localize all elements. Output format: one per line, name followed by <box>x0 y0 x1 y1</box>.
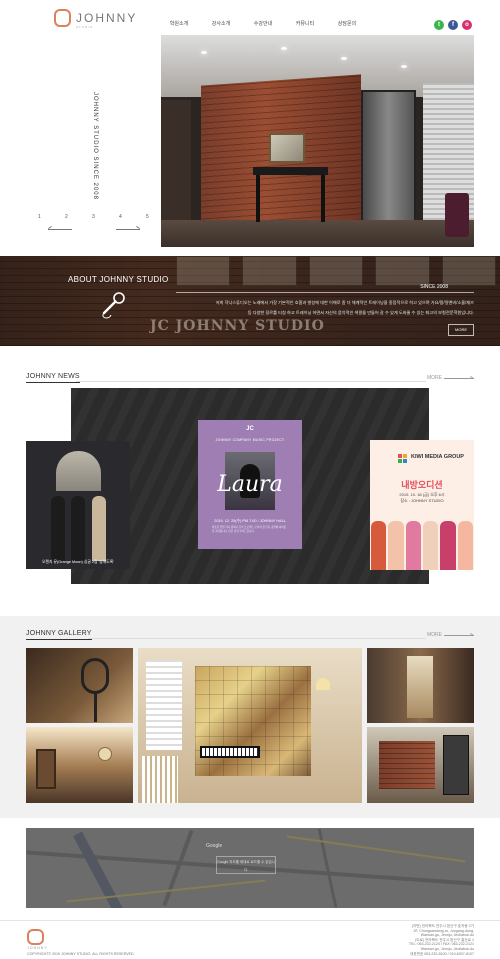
news-card[interactable]: KIWI MEDIA GROUP 내방오디션 2019. 10. 18 (금) … <box>370 440 474 570</box>
map-provider-label: Google <box>206 843 223 849</box>
prev-arrow-icon[interactable] <box>48 229 72 230</box>
facebook-icon[interactable]: f <box>448 20 458 30</box>
about-title: ABOUT JOHNNY STUDIO <box>68 275 169 284</box>
poster-title: Laura <box>217 472 283 497</box>
poster-logo: JC <box>246 426 254 432</box>
about-more-button[interactable]: MORE <box>448 324 474 336</box>
gallery-more-link[interactable]: MORE <box>427 632 442 638</box>
nav-item-about[interactable]: 학원소개 <box>158 20 200 27</box>
logo-subtext: STUDIO <box>76 25 94 29</box>
news-title: JOHNNY NEWS <box>26 373 80 383</box>
slide-number[interactable]: 1 <box>38 214 65 220</box>
slide-number[interactable]: 3 <box>92 214 119 220</box>
logo-mark-icon <box>54 9 72 27</box>
gallery-image[interactable] <box>138 648 362 803</box>
arrow-right-icon[interactable] <box>444 378 474 379</box>
copyright: COPYRIGHT© 2019 JOHNNY STUDIO. ALL RIGHT… <box>27 952 135 956</box>
nav-item-community[interactable]: 커뮤니티 <box>284 20 326 27</box>
about-sign-image: JC JOHNNY STUDIO <box>150 318 325 334</box>
divider <box>0 920 500 921</box>
logo[interactable]: JOHNNY STUDIO <box>54 9 138 29</box>
poster-brand: KIWI MEDIA GROUP <box>411 454 464 460</box>
footer-address: (지번) 전라북도 전주시 완산구 효자동 2가 2F, Chungsandon… <box>408 924 474 956</box>
kiwi-logo-icon <box>398 454 408 468</box>
nav-item-courses[interactable]: 수강안내 <box>242 20 284 27</box>
slide-number[interactable]: 4 <box>119 214 146 220</box>
map-error-notice: Google 지도를 제대로 로드할 수 없습니다. <box>216 856 276 874</box>
hero-vertical-text: JOHNNY STUDIO SINCE 2008 <box>92 92 98 200</box>
poster-project: JOHNNY COMPANY MUSIC PROJECT <box>215 438 285 442</box>
divider <box>88 638 426 639</box>
news-card[interactable]: 오렌지 뮤(Orange Moon) 싱글 2집 '방해도록' <box>26 441 130 569</box>
gallery-image[interactable] <box>367 648 474 723</box>
news-card[interactable]: JC JOHNNY COMPANY MUSIC PROJECT Laura 20… <box>198 420 302 549</box>
news-caption: 오렌지 뮤(Orange Moon) 싱글 2집 '방해도록' <box>42 560 114 564</box>
poster-description: 따뜻한 연말 쟈니 컴퍼니 뮤직 프로젝트 로라의 첫 단독 공연에 여러분을 … <box>212 526 287 533</box>
hero-image <box>161 35 474 247</box>
microphone-icon <box>102 292 125 319</box>
map[interactable]: Google Google 지도를 제대로 로드할 수 없습니다. <box>26 828 474 908</box>
main-nav: 학원소개 강사소개 수강안내 커뮤니티 상담문의 <box>158 20 368 27</box>
gallery-image[interactable] <box>26 648 133 723</box>
instagram-icon[interactable]: o <box>462 20 472 30</box>
footer-logo[interactable]: JOHNNY <box>27 929 48 950</box>
about-description: 저희 쟈니스튜디오는 노래에서 가장 기본적인 호흡과 발성에 대한 이해로 좀… <box>215 300 474 315</box>
poster-date: 2019. 12. 25(수) PM 7:00 / JOHNNY HALL <box>214 519 286 523</box>
poster-title: 내방오디션 <box>401 480 443 490</box>
divider <box>176 292 474 293</box>
slide-number[interactable]: 2 <box>65 214 92 220</box>
arrow-right-icon[interactable] <box>444 635 474 636</box>
gallery-image[interactable] <box>367 727 474 803</box>
gallery-image[interactable] <box>26 727 133 803</box>
about-since: SINCE 2008 <box>420 284 448 290</box>
news-more-link[interactable]: MORE <box>427 375 442 381</box>
header: JOHNNY STUDIO 학원소개 강사소개 수강안내 커뮤니티 상담문의 t… <box>0 0 500 34</box>
logo-text: JOHNNY <box>76 11 138 25</box>
nav-item-teachers[interactable]: 강사소개 <box>200 20 242 27</box>
kakao-icon[interactable]: t <box>434 20 444 30</box>
social-links: t f o <box>434 20 472 30</box>
slide-pagination: 1 2 3 4 5 <box>38 214 173 220</box>
nav-item-contact[interactable]: 상담문의 <box>326 20 368 27</box>
next-arrow-icon[interactable] <box>116 229 140 230</box>
gallery-title: JOHNNY GALLERY <box>26 630 92 640</box>
logo-mark-icon <box>27 929 45 945</box>
divider <box>76 381 426 382</box>
poster-info: 2019. 10. 18 (금) 오후 6시 장소 : JOHNNY STUDI… <box>399 492 445 503</box>
